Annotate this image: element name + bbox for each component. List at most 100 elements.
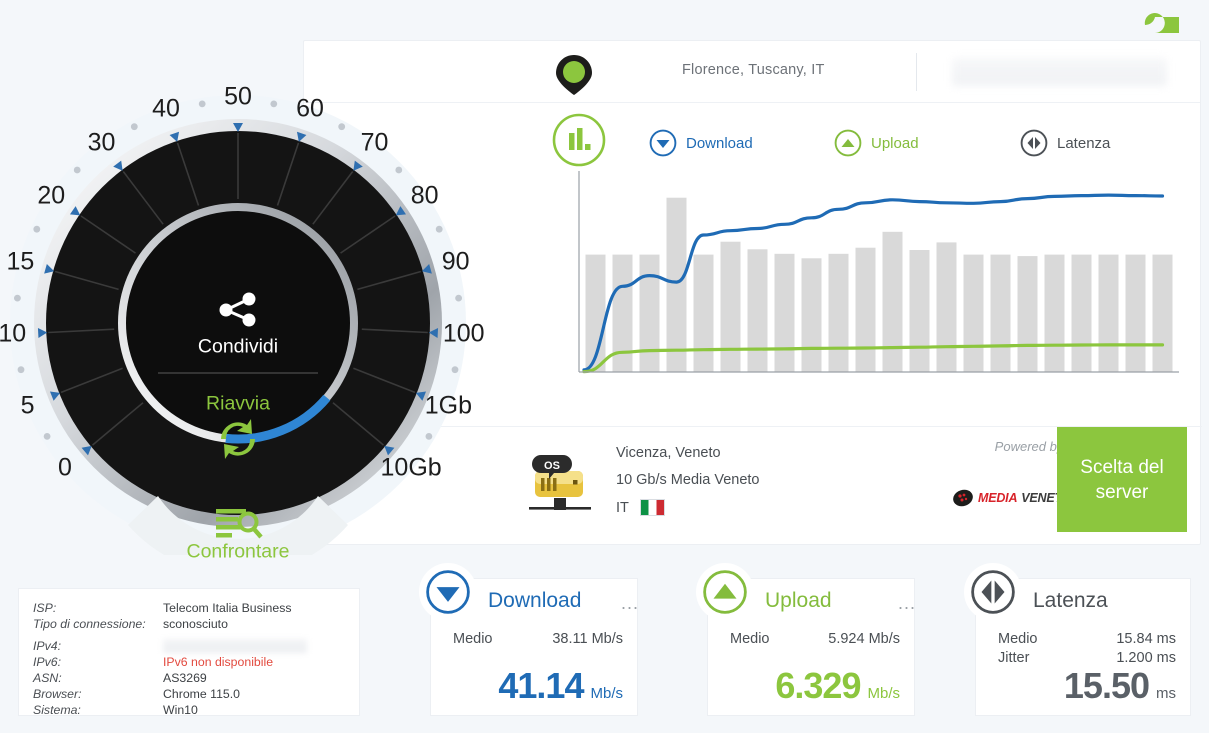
graph-canvas [578, 171, 1179, 374]
gauge-tick-label: 10 [0, 319, 27, 348]
upload-badge[interactable] [696, 563, 754, 621]
download-badge[interactable] [419, 563, 477, 621]
legend-item-latency[interactable]: Latenza [1020, 129, 1110, 157]
compare-button[interactable]: Confrontare [187, 541, 290, 564]
italy-flag-icon [639, 499, 665, 516]
latency-bar [990, 254, 1011, 372]
latency-bar [693, 254, 714, 372]
wrench-icon [1134, 13, 1179, 33]
speed-graph [576, 167, 1181, 385]
latency-bar [855, 247, 876, 372]
server-details: Vicenza, Veneto 10 Gb/s Media Veneto IT [616, 445, 760, 527]
gauge-tick-label: 5 [20, 391, 35, 420]
isp-value: sconosciuto [163, 617, 228, 631]
latency-bar [1125, 254, 1146, 372]
location-label: Florence, Tuscany, IT [682, 62, 825, 78]
latency-unit: ms [1156, 685, 1176, 702]
latency-bar [774, 253, 795, 372]
gauge-tick-label: 50 [224, 82, 252, 111]
latency-jitter-value: 1.200 ms [1116, 650, 1176, 666]
ipv4-value-redacted [163, 639, 307, 653]
latency-bar [801, 258, 822, 372]
upload-arrow-icon [703, 570, 747, 614]
latency-main-value: 15.50 ms [1064, 665, 1176, 707]
gauge-tick-label: 90 [441, 247, 470, 276]
server-city: Vicenza, Veneto [616, 445, 721, 461]
restart-button[interactable]: Riavvia [206, 393, 270, 416]
server-os-icon: OS [529, 455, 591, 510]
latency-bar [936, 242, 957, 372]
legend-item-upload[interactable]: Upload [834, 129, 919, 157]
gauge-tick-label: 0 [57, 453, 72, 482]
isp-info-box: ISP: Telecom Italia Business Tipo di conne… [18, 588, 360, 717]
upload-avg-label: Medio [730, 631, 770, 647]
server-country: IT [616, 499, 760, 516]
download-arrow-icon [649, 129, 677, 157]
latency-bar [828, 253, 849, 372]
map-pin-icon [556, 55, 592, 95]
mediaveneto-brand-a: MEDIA [978, 491, 1018, 505]
isp-key: IPv6: [33, 655, 62, 669]
result-card-download: Download ... Medio 38.11 Mb/s 41.14 Mb/s [419, 563, 639, 716]
latency-bar [1017, 256, 1038, 372]
share-button[interactable]: Condividi [198, 336, 278, 359]
upload-unit: Mb/s [867, 685, 900, 702]
latency-value: 15.50 [1063, 665, 1150, 706]
isp-value: IPv6 non disponibile [163, 655, 274, 669]
speed-gauge: 0 5 10 15 20 30 40 50 60 70 80 90 100 1Gb 10Gb Condivi… [0, 55, 500, 563]
download-menu-button[interactable]: ... [621, 593, 639, 614]
gauge-tick-label: 30 [87, 128, 116, 157]
isp-key: Browser: [33, 687, 82, 701]
server-speed: 10 Gb/s Media Veneto [616, 472, 760, 488]
latency-avg-value: 15.84 ms [1116, 631, 1176, 647]
latency-bar [666, 197, 687, 372]
legend-label-latency: Latenza [1057, 134, 1111, 152]
gauge-tick-label: 1Gb [424, 391, 473, 420]
download-value: 41.14 [498, 665, 584, 706]
gauge-tick-label: 20 [37, 181, 66, 210]
latency-icon [971, 570, 1015, 614]
gauge-tick-labels: 0 5 10 15 20 30 40 50 60 70 80 90 100 1Gb 10Gb [0, 55, 500, 555]
upload-title: Upload [765, 589, 832, 612]
isp-value: AS3269 [163, 671, 207, 685]
legend-item-download[interactable]: Download [649, 129, 753, 157]
latency-bar [882, 231, 903, 372]
latency-bar [639, 254, 660, 372]
bar-chart-icon[interactable] [552, 113, 606, 167]
isp-key: Sistema: [33, 703, 81, 717]
latency-bar [1152, 254, 1173, 372]
gauge-tick-label: 80 [410, 181, 439, 210]
latency-bar [747, 249, 768, 372]
latency-title: Latenza [1033, 589, 1108, 612]
legend-label-download: Download [686, 134, 753, 152]
download-main-value: 41.14 Mb/s [498, 665, 623, 707]
gauge-tick-label: 60 [296, 94, 324, 123]
result-card-latency: Latenza Medio 15.84 ms Jitter 1.200 ms 1… [964, 563, 1191, 716]
server-country-code: IT [616, 499, 629, 516]
gauge-tick-label: 15 [6, 247, 35, 276]
gauge-tick-label: 10Gb [380, 453, 442, 482]
latency-avg-label: Medio [998, 631, 1038, 647]
download-avg-value: 38.11 Mb/s [552, 631, 623, 647]
settings-button[interactable] [1117, 8, 1187, 42]
latency-badge[interactable] [964, 563, 1022, 621]
mediaveneto-mark-icon [953, 489, 973, 507]
choose-server-button[interactable]: Scelta del server [1057, 427, 1187, 532]
isp-key: Tipo di connessione: [33, 617, 146, 631]
gauge-tick-label: 100 [442, 319, 485, 348]
result-card-upload: Upload ... Medio 5.924 Mb/s 6.329 Mb/s [696, 563, 916, 716]
upload-menu-button[interactable]: ... [898, 593, 916, 614]
latency-icon [1020, 129, 1048, 157]
upload-main-value: 6.329 Mb/s [775, 665, 900, 707]
upload-value: 6.329 [775, 665, 861, 706]
latency-bar [1098, 254, 1119, 372]
svg-text:OS: OS [544, 460, 560, 472]
isp-key: IPv4: [33, 639, 62, 653]
isp-value: Telecom Italia Business [163, 601, 292, 615]
isp-key: ASN: [33, 671, 62, 685]
latency-bar [909, 250, 930, 372]
gauge-tick-label: 40 [152, 94, 180, 123]
upload-avg-value: 5.924 Mb/s [828, 631, 900, 647]
latency-bar [1071, 254, 1092, 372]
latency-bar [720, 241, 741, 372]
